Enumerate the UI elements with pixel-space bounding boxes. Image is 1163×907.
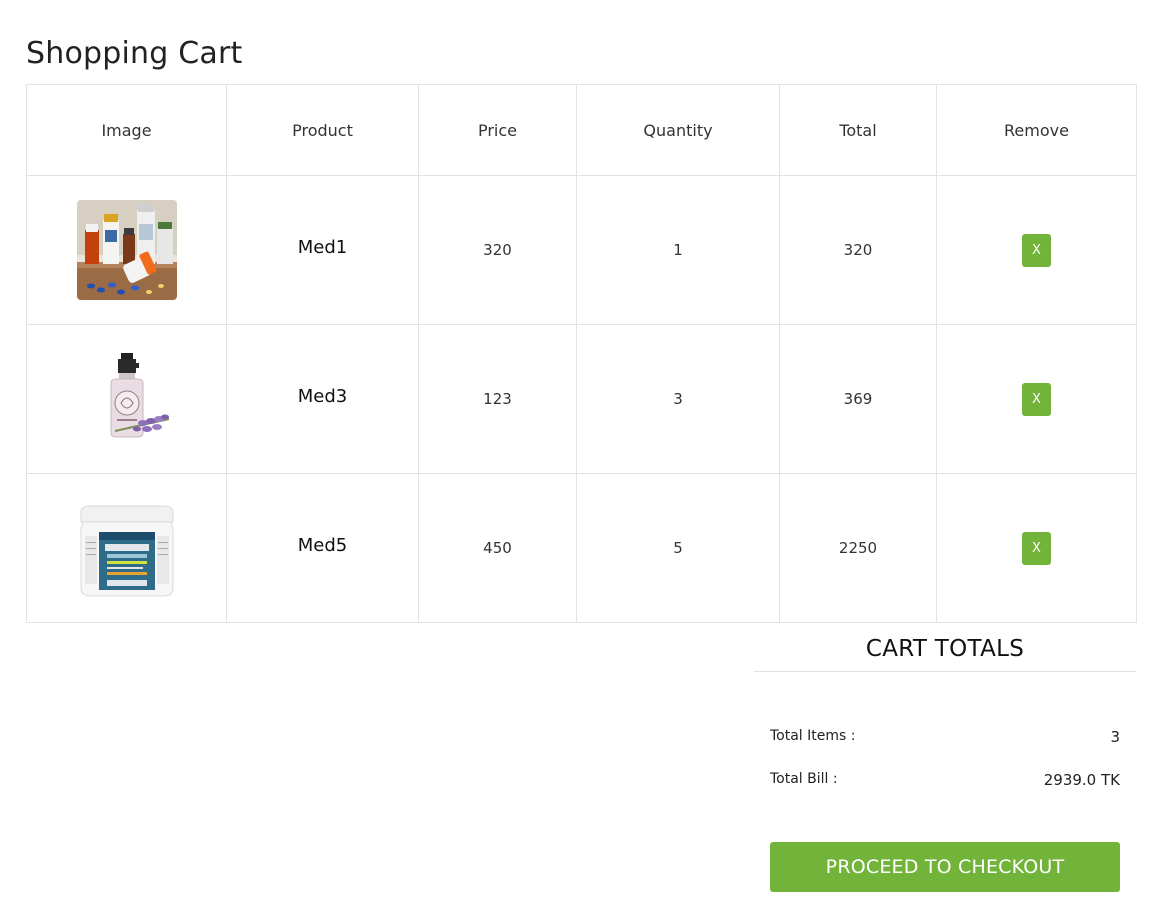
product-price: 320 — [418, 175, 577, 325]
remove-cell: X — [936, 175, 1137, 325]
shopping-cart-page: Shopping Cart Image Product Price Quanti… — [0, 0, 1163, 907]
product-total: 369 — [779, 324, 937, 474]
total-items-label: Total Items : — [770, 728, 856, 744]
remove-item-button[interactable]: X — [1022, 382, 1051, 416]
product-image-cell — [26, 324, 227, 474]
total-bill-value: 2939.0 TK — [1043, 771, 1120, 789]
table-row: Med5 450 5 2250 X — [26, 473, 1137, 623]
cart-totals-title: CART TOTALS — [754, 636, 1136, 672]
table-row: Med3 123 3 369 X — [26, 324, 1137, 474]
table-header-row: Image Product Price Quantity Total Remov… — [26, 84, 1137, 176]
table-row: Med1 320 1 320 X — [26, 175, 1137, 325]
total-items-row: Total Items : 3 — [770, 728, 1120, 746]
product-quantity: 1 — [576, 175, 780, 325]
product-price: 123 — [418, 324, 577, 474]
cart-table: Image Product Price Quantity Total Remov… — [26, 84, 1137, 623]
product-image-cell — [26, 473, 227, 623]
total-bill-row: Total Bill : 2939.0 TK — [770, 771, 1120, 789]
remove-item-button[interactable]: X — [1022, 233, 1051, 267]
column-header-quantity: Quantity — [576, 84, 780, 176]
product-name: Med1 — [226, 175, 419, 325]
product-image-cell — [26, 175, 227, 325]
column-header-total: Total — [779, 84, 937, 176]
column-header-product: Product — [226, 84, 419, 176]
column-header-price: Price — [418, 84, 577, 176]
total-bill-label: Total Bill : — [770, 771, 838, 787]
remove-cell: X — [936, 473, 1137, 623]
remove-cell: X — [936, 324, 1137, 474]
column-header-image: Image — [26, 84, 227, 176]
product-price: 450 — [418, 473, 577, 623]
product-quantity: 5 — [576, 473, 780, 623]
product-quantity: 3 — [576, 324, 780, 474]
proceed-to-checkout-button[interactable]: PROCEED TO CHECKOUT — [770, 842, 1120, 892]
column-header-remove: Remove — [936, 84, 1137, 176]
pill-bottle-image[interactable] — [76, 498, 177, 598]
spray-bottle-image[interactable] — [76, 349, 177, 449]
product-name: Med3 — [226, 324, 419, 474]
medicine-bottles-image[interactable] — [76, 200, 177, 300]
product-total: 320 — [779, 175, 937, 325]
remove-item-button[interactable]: X — [1022, 531, 1051, 565]
product-name: Med5 — [226, 473, 419, 623]
product-total: 2250 — [779, 473, 937, 623]
total-items-value: 3 — [1110, 728, 1120, 746]
page-title: Shopping Cart — [26, 36, 243, 71]
cart-totals-panel: CART TOTALS Total Items : 3 Total Bill :… — [754, 636, 1136, 892]
